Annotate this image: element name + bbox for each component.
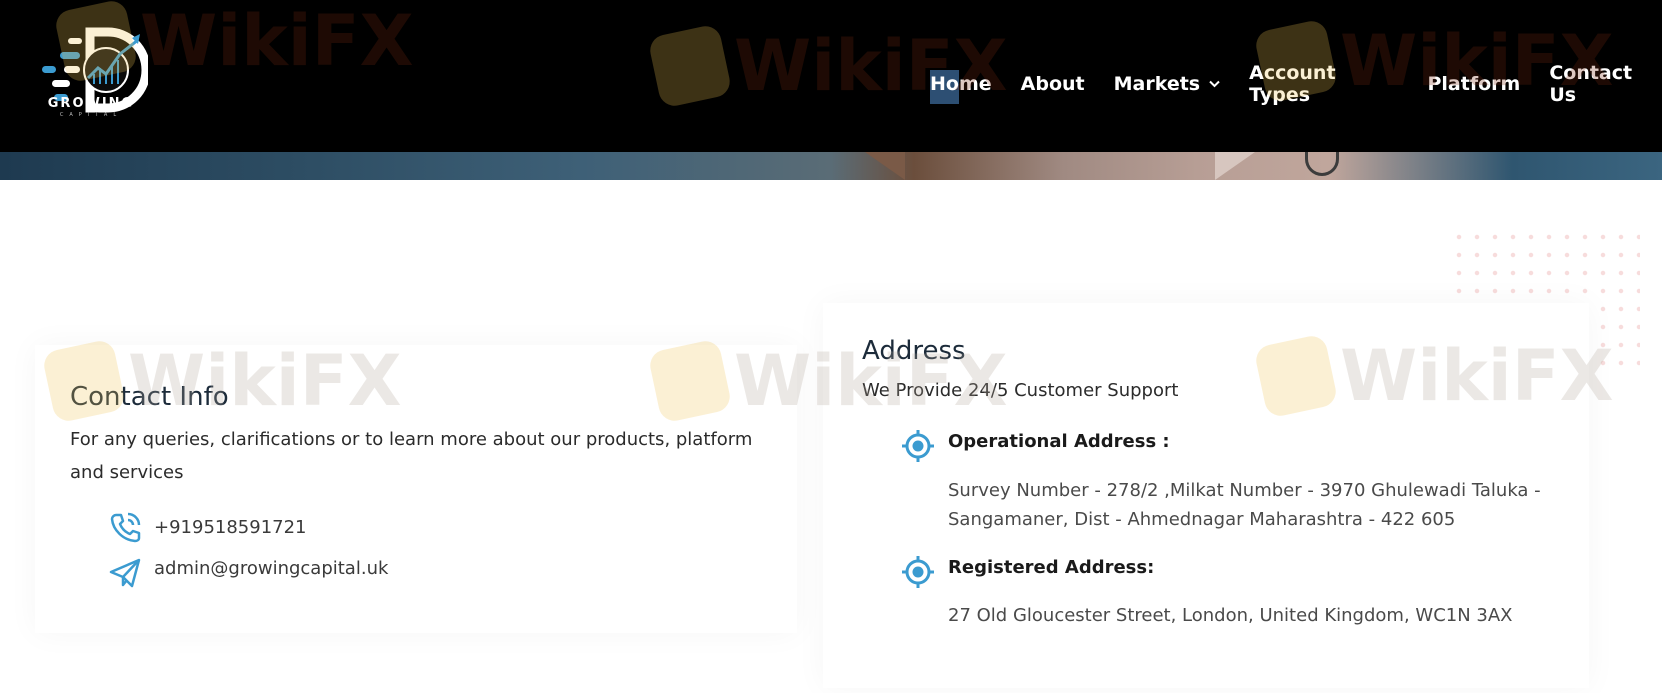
- target-icon: [902, 430, 934, 462]
- nav-item-label: About: [1020, 73, 1085, 95]
- chevron-down-icon[interactable]: [1209, 80, 1220, 88]
- watermark-text: WikiFX: [140, 0, 414, 82]
- address-title: Address: [862, 336, 966, 366]
- brand-name: GROWING: [47, 96, 135, 111]
- phone-number[interactable]: +919518591721: [154, 517, 307, 538]
- nav-item-label: Account Types: [1249, 62, 1336, 106]
- nav-item-account-types[interactable]: Account Types: [1249, 62, 1398, 106]
- nav-item-platform[interactable]: Platform: [1427, 73, 1520, 95]
- phone-icon: [110, 512, 141, 543]
- email-row[interactable]: admin@growingcapital.uk: [108, 556, 388, 590]
- main-nav: Home About Markets Account Types Platfor…: [930, 62, 1662, 106]
- hero-shape: [865, 152, 905, 180]
- registered-address-label: Registered Address:: [948, 557, 1155, 578]
- target-icon: [902, 556, 934, 588]
- nav-item-contact-us[interactable]: Contact Us: [1549, 62, 1662, 106]
- hero-shape: [1215, 152, 1255, 180]
- hero-zipper: [1305, 152, 1339, 176]
- email-address[interactable]: admin@growingcapital.uk: [154, 558, 388, 579]
- nav-item-label: Markets: [1113, 73, 1201, 95]
- brand-subtitle: CAPITAL: [59, 112, 123, 118]
- operational-address-text: Survey Number - 278/2 ,Milkat Number - 3…: [948, 480, 1541, 530]
- support-text: We Provide 24/5 Customer Support: [862, 380, 1179, 401]
- registered-address-text: 27 Old Gloucester Street, London, United…: [948, 605, 1513, 626]
- watermark-logo-icon: [647, 23, 733, 109]
- nav-item-label: Contact Us: [1549, 62, 1633, 106]
- nav-item-label: Home: [930, 73, 992, 95]
- hero-image: [0, 152, 1662, 180]
- phone-row[interactable]: +919518591721: [108, 510, 307, 544]
- contact-info-description: For any queries, clarifications or to le…: [70, 429, 753, 483]
- nav-item-about[interactable]: About: [1021, 73, 1085, 95]
- nav-item-label: Platform: [1427, 73, 1521, 95]
- nav-item-home[interactable]: Home: [930, 70, 992, 104]
- contact-info-title: Contact Info: [70, 382, 229, 412]
- site-header: WikiFX WikiFX WikiFX GROWING CAPITAL Hom…: [0, 0, 1662, 152]
- operational-address-label: Operational Address :: [948, 431, 1170, 452]
- nav-item-markets[interactable]: Markets: [1114, 73, 1221, 95]
- send-icon: [109, 558, 141, 588]
